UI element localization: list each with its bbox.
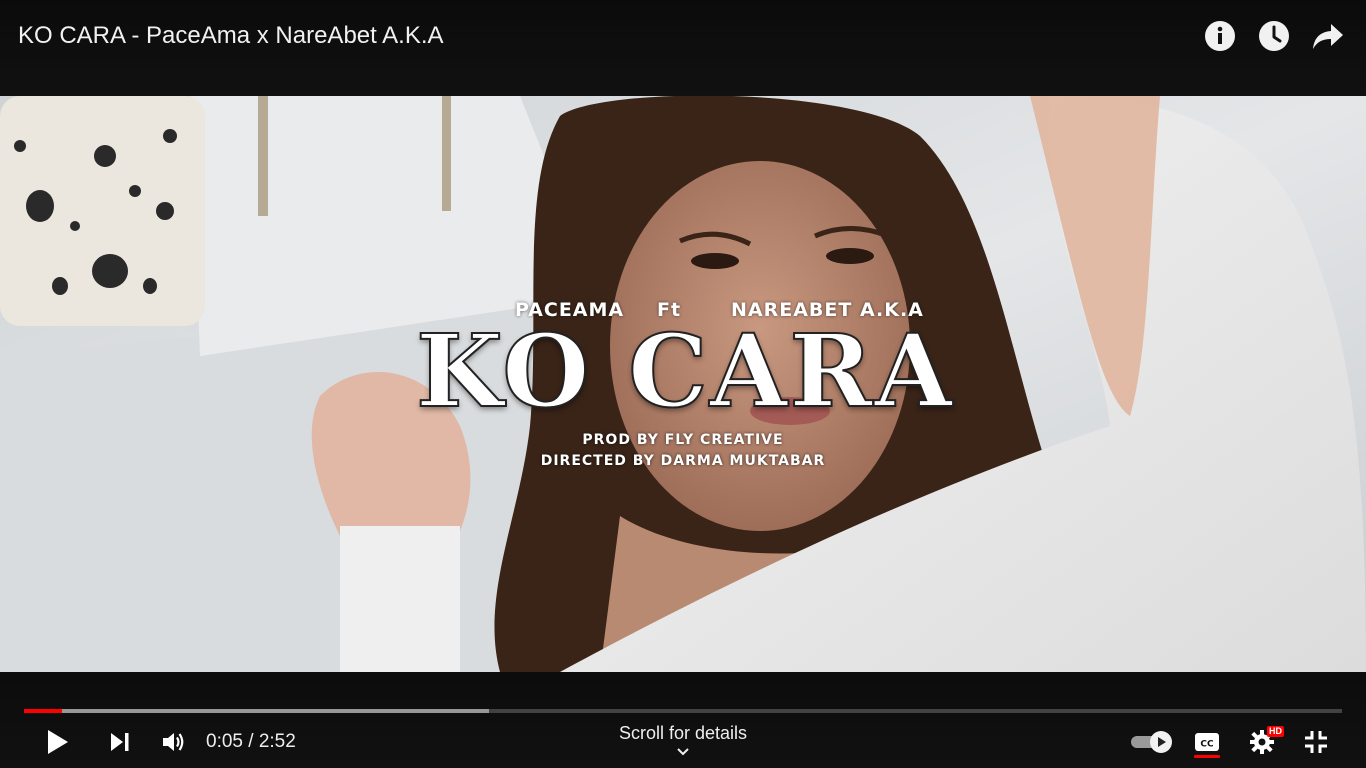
- video-player: PACEAMA Ft NAREABET A.K.A KO CARA PROD BY …: [0, 0, 1366, 768]
- share-button[interactable]: [1310, 18, 1346, 54]
- buffered-progress: [24, 709, 490, 713]
- settings-button[interactable]: HD: [1244, 724, 1284, 760]
- video-scene-image: [0, 96, 1366, 672]
- video-title[interactable]: KO CARA - PaceAma x NareAbet A.K.A: [18, 20, 444, 52]
- volume-button[interactable]: [156, 724, 192, 760]
- hd-badge: HD: [1267, 726, 1284, 737]
- scroll-for-details[interactable]: Scroll for details: [583, 722, 783, 758]
- exit-fullscreen-button[interactable]: [1298, 724, 1334, 760]
- chevron-down-icon: [677, 748, 689, 756]
- autoplay-toggle-icon: [1131, 731, 1172, 753]
- next-button[interactable]: [102, 724, 138, 760]
- top-bar: KO CARA - PaceAma x NareAbet A.K.A: [0, 0, 1366, 96]
- share-icon: [1313, 24, 1343, 49]
- progress-bar[interactable]: [24, 709, 1342, 713]
- play-button[interactable]: [40, 724, 76, 760]
- captions-button[interactable]: CC: [1189, 724, 1225, 760]
- autoplay-toggle[interactable]: [1128, 724, 1176, 760]
- scroll-hint-label: Scroll for details: [618, 723, 748, 743]
- volume-icon: [163, 733, 184, 751]
- video-frame[interactable]: PACEAMA Ft NAREABET A.K.A KO CARA PROD BY …: [0, 96, 1366, 672]
- captions-icon: CC: [1195, 733, 1219, 751]
- skip-next-icon: [111, 733, 129, 751]
- info-button[interactable]: [1202, 18, 1238, 54]
- captions-active-indicator: [1194, 755, 1220, 758]
- controls-bar: 0:05 / 2:52 Scroll for details CC HD: [0, 672, 1366, 768]
- watch-later-button[interactable]: [1256, 18, 1292, 54]
- time-display: 0:05 / 2:52: [206, 731, 296, 752]
- watch-later-icon: [1259, 21, 1289, 51]
- svg-text:CC: CC: [1200, 740, 1214, 750]
- top-actions: [1202, 18, 1346, 54]
- info-icon: [1205, 21, 1235, 51]
- play-icon: [48, 730, 68, 754]
- exit-fullscreen-icon: [1305, 731, 1327, 753]
- played-progress: [24, 709, 63, 713]
